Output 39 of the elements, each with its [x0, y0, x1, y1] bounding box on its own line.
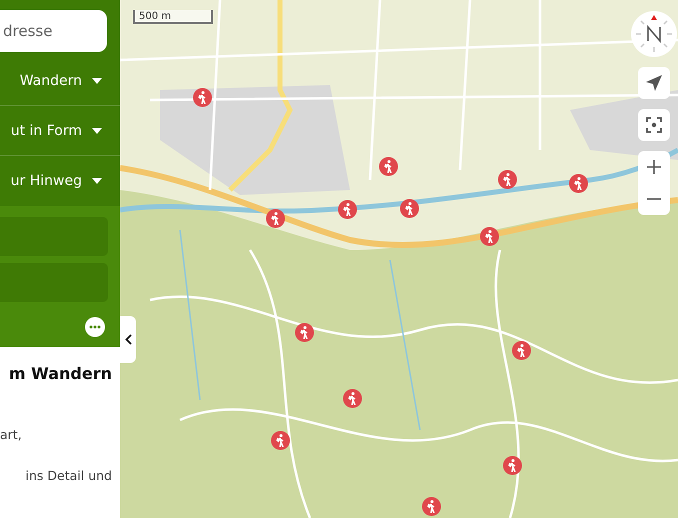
hiking-pin[interactable]	[400, 199, 420, 218]
hiking-pin[interactable]	[378, 156, 398, 176]
collapse-button[interactable]	[120, 316, 136, 363]
hiking-pin[interactable]	[338, 200, 358, 219]
hiker-icon	[382, 160, 394, 173]
panel-title: m Wandern	[8, 364, 112, 383]
hiking-pin[interactable]	[498, 170, 517, 190]
scale-bar: 500 m	[133, 10, 213, 24]
locate-icon	[646, 117, 662, 133]
caret-icon	[92, 128, 102, 134]
hiker-icon	[197, 90, 208, 104]
hiker-icon	[298, 326, 310, 340]
hiker-icon	[347, 392, 358, 405]
hiking-pin[interactable]	[480, 227, 500, 246]
chevron-left-icon	[124, 334, 132, 345]
search-field[interactable]: dresse	[0, 10, 107, 52]
caret-icon	[92, 178, 102, 184]
hiker-icon	[275, 434, 286, 447]
hiker-icon	[426, 500, 437, 514]
location-button[interactable]	[638, 67, 670, 99]
hiker-icon	[502, 173, 513, 186]
navigation-arrow-icon	[645, 74, 663, 92]
description-text: art,	[0, 427, 23, 442]
hiker-icon	[404, 202, 416, 216]
hiker-icon	[506, 459, 518, 472]
more-button[interactable]	[85, 317, 105, 337]
locate-button[interactable]	[638, 109, 670, 141]
more-icon	[89, 325, 101, 329]
filter-dropdown[interactable]: ur Hinweg	[0, 156, 120, 206]
hiker-icon	[484, 230, 496, 244]
minus-icon	[647, 198, 661, 200]
plus-icon	[647, 160, 661, 174]
hiker-icon	[342, 202, 354, 216]
description-text: ins Detail und	[24, 468, 112, 483]
caret-icon	[92, 78, 102, 84]
hiker-icon	[270, 212, 281, 226]
hiker-icon	[573, 176, 584, 190]
hiker-icon	[516, 344, 527, 358]
hiking-pin[interactable]	[569, 174, 588, 193]
